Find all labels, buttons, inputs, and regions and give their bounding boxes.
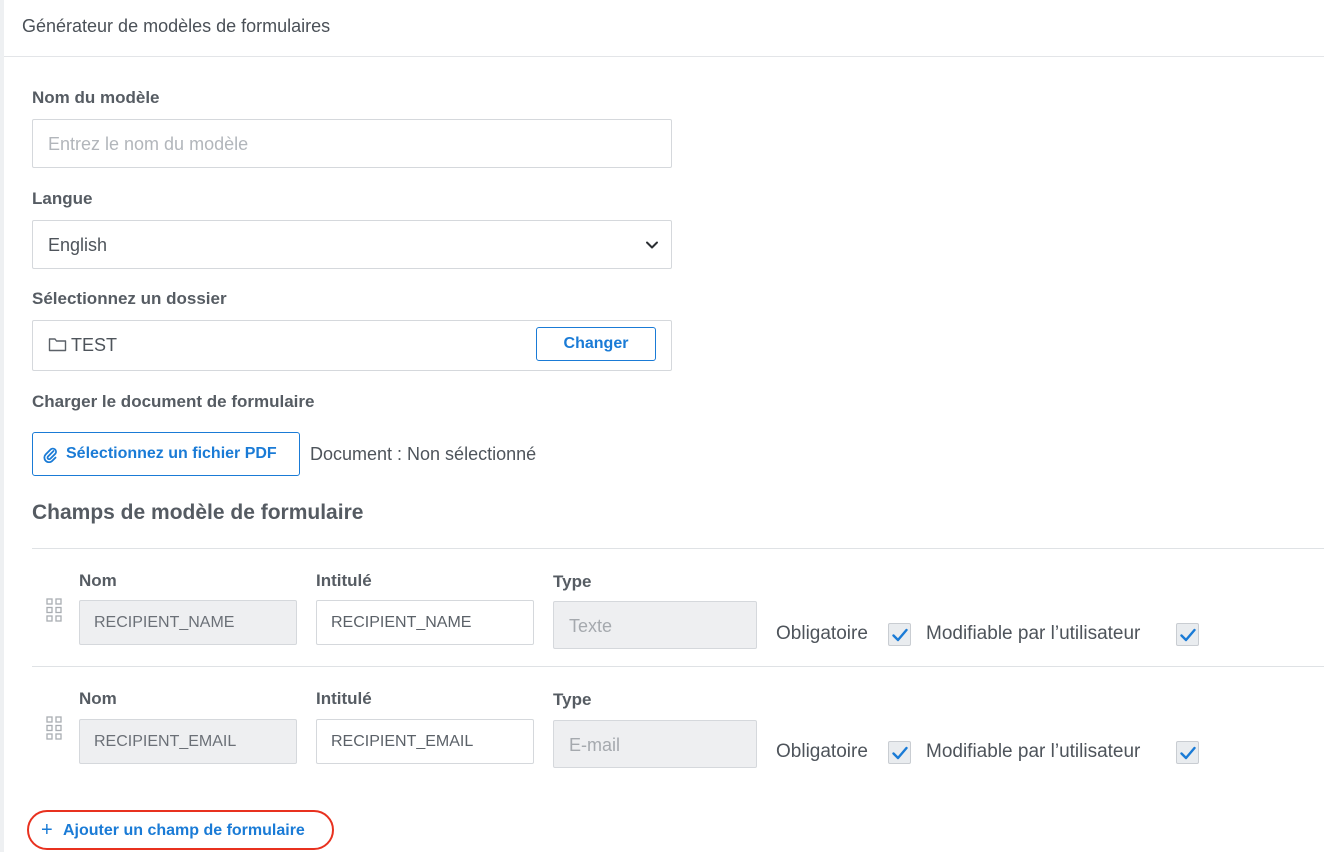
template-name-placeholder: Entrez le nom du modèle [48,134,249,154]
required-label: Obligatoire [776,623,868,644]
field-name-input: RECIPIENT_NAME [79,600,297,645]
fields-section-title: Champs de modèle de formulaire [32,501,364,524]
field-name-value: RECIPIENT_NAME [94,614,235,631]
upload-label: Charger le document de formulaire [32,392,315,411]
plus-icon: + [41,819,53,841]
divider [32,548,1324,549]
checkmark-icon [1180,628,1196,642]
editable-label: Modifiable par l’utilisateur [926,623,1141,644]
drag-handle-icon[interactable] [46,598,62,622]
paperclip-icon [43,447,57,463]
field-type-value: E-mail [569,735,621,755]
field-title-input[interactable]: RECIPIENT_NAME [316,600,534,645]
divider [32,666,1324,667]
field-title-value: RECIPIENT_NAME [331,614,472,631]
editable-label: Modifiable par l’utilisateur [926,741,1141,762]
column-type-label: Type [553,572,592,591]
editable-checkbox[interactable] [1176,623,1199,646]
field-type-value: Texte [569,616,613,636]
editable-checkbox[interactable] [1176,741,1199,764]
document-status: Document : Non sélectionné [310,444,537,464]
field-type-select: E-mail [553,720,757,768]
field-title-input[interactable]: RECIPIENT_EMAIL [316,719,534,764]
page-header: Générateur de modèles de formulaires [4,0,1324,57]
drag-handle-icon[interactable] [46,716,62,740]
required-label: Obligatoire [776,741,868,762]
field-name-input: RECIPIENT_EMAIL [79,719,297,764]
required-checkbox[interactable] [888,623,911,646]
language-select[interactable]: English [32,220,672,269]
field-type-select: Texte [553,601,757,649]
column-title-label: Intitulé [316,689,372,708]
checkmark-icon [892,628,908,642]
column-title-label: Intitulé [316,571,372,590]
column-name-label: Nom [79,689,117,708]
column-type-label: Type [553,690,592,709]
template-name-label: Nom du modèle [32,88,160,107]
add-form-field-button[interactable]: + Ajouter un champ de formulaire [27,810,334,850]
required-checkbox[interactable] [888,741,911,764]
select-pdf-label: Sélectionnez un fichier PDF [66,445,277,462]
folder-field: TEST Changer [32,320,672,371]
add-form-field-label: Ajouter un champ de formulaire [63,822,305,839]
language-selected-value: English [48,235,108,255]
folder-label: Sélectionnez un dossier [32,289,227,308]
checkmark-icon [892,746,908,760]
chevron-down-icon [646,241,658,249]
change-folder-button[interactable]: Changer [536,327,656,361]
column-name-label: Nom [79,571,117,590]
select-pdf-button[interactable]: Sélectionnez un fichier PDF [32,432,300,476]
page-title: Générateur de modèles de formulaires [22,16,331,36]
template-name-input[interactable]: Entrez le nom du modèle [32,119,672,168]
left-edge [0,0,4,852]
field-title-value: RECIPIENT_EMAIL [331,733,474,750]
folder-icon [48,338,67,352]
language-label: Langue [32,189,93,208]
folder-name: TEST [71,335,118,355]
field-name-value: RECIPIENT_EMAIL [94,733,237,750]
checkmark-icon [1180,746,1196,760]
